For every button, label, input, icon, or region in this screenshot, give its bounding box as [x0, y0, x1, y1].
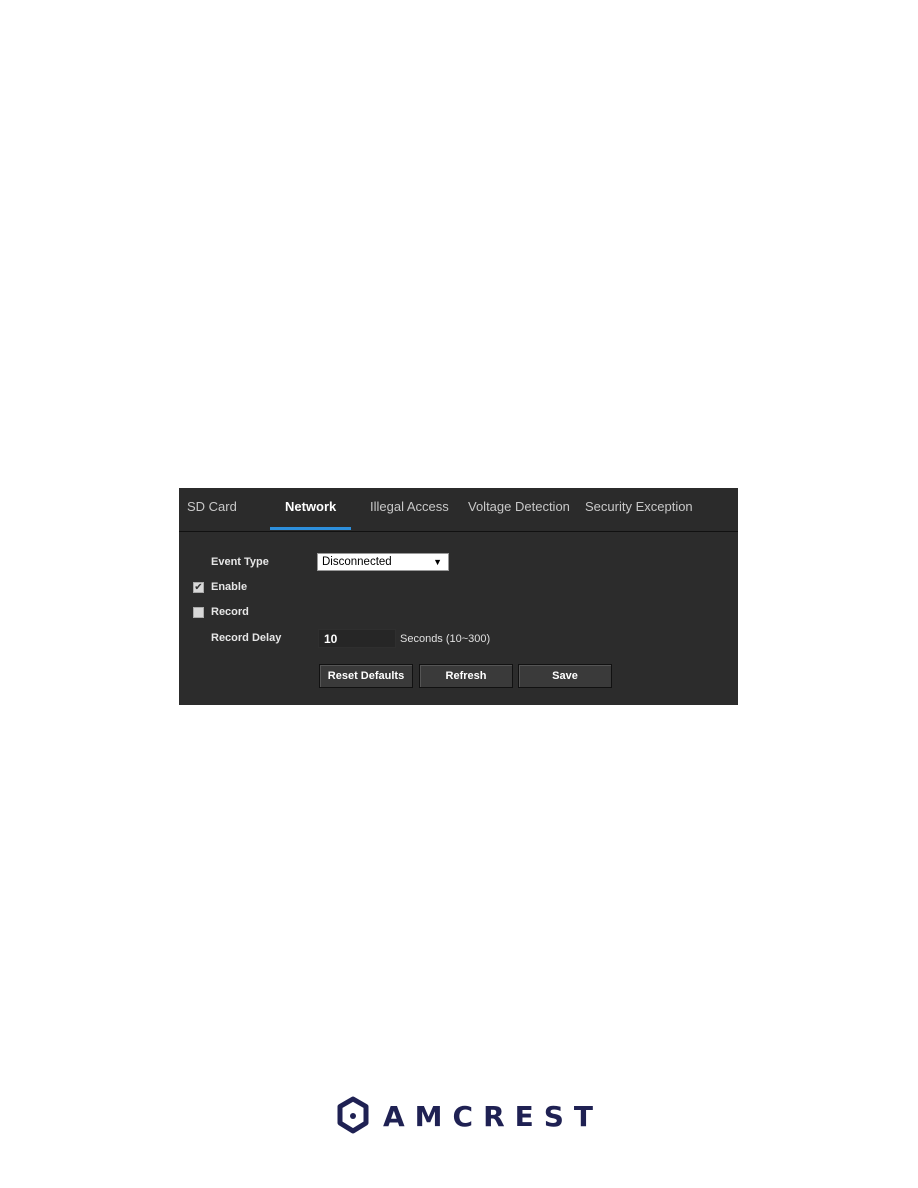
record-delay-label: Record Delay: [211, 632, 282, 644]
tab-illegal-access[interactable]: Illegal Access: [370, 499, 449, 514]
dropdown-arrow-icon: ▼: [433, 557, 442, 567]
tab-network[interactable]: Network: [285, 499, 336, 514]
amcrest-logo-text: AMCREST: [383, 1100, 604, 1133]
network-exception-panel: SD Card Network Illegal Access Voltage D…: [179, 488, 738, 705]
event-type-label: Event Type: [211, 556, 269, 568]
record-checkbox[interactable]: [193, 607, 204, 618]
amcrest-logo-icon: [337, 1096, 369, 1134]
tab-voltage-detection[interactable]: Voltage Detection: [468, 499, 570, 514]
record-delay-unit: Seconds (10~300): [400, 633, 491, 645]
record-delay-input[interactable]: 10: [318, 629, 396, 648]
event-type-select[interactable]: Disconnected ▼: [317, 553, 449, 571]
tab-bar: SD Card Network Illegal Access Voltage D…: [179, 488, 738, 532]
save-button[interactable]: Save: [518, 664, 612, 688]
reset-defaults-button[interactable]: Reset Defaults: [319, 664, 413, 688]
record-label: Record: [211, 606, 249, 618]
manual-page: SD Card Network Illegal Access Voltage D…: [0, 0, 918, 1188]
enable-label: Enable: [211, 581, 248, 593]
enable-checkbox[interactable]: ✔: [193, 582, 204, 593]
active-tab-indicator: [270, 527, 351, 530]
tab-security-exception[interactable]: Security Exception: [585, 499, 693, 514]
tab-sd-card[interactable]: SD Card: [187, 499, 237, 514]
refresh-button[interactable]: Refresh: [419, 664, 513, 688]
event-type-value: Disconnected: [322, 556, 392, 568]
